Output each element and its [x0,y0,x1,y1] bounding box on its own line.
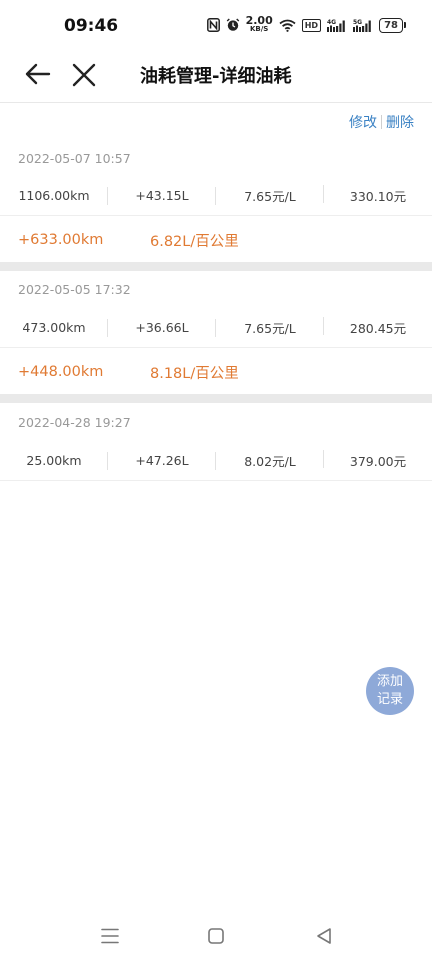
svg-text:5G: 5G [353,19,362,26]
battery-icon: 78 [379,17,406,33]
speed-value: 2.00 [245,14,273,27]
page-title: 油耗管理-详细油耗 [140,66,292,87]
record-consumption: 8.18L/百公里 [150,365,239,382]
status-time: 09:46 [64,16,119,36]
triangle-back-icon [317,928,331,944]
network-speed: 2.00 KB/S [245,14,273,34]
speed-unit: KB/S [249,25,269,33]
record-distance-added: +633.00km [18,232,104,248]
status-icons: 2.00 KB/S HD 4G 5G 78 [206,14,406,34]
status-bar: 09:46 2.00 KB/S HD 4G 5G 78 [0,0,432,52]
home-square-icon [208,928,224,944]
record-card[interactable]: 2022-05-05 17:32 473.00km +36.66L 7.65元/… [0,271,432,394]
record-odometer: 25.00km [0,451,108,470]
record-card[interactable]: 2022-04-28 19:27 25.00km +47.26L 8.02元/L… [0,403,432,482]
header: 油耗管理-详细油耗 [0,52,432,103]
wifi-icon [279,19,296,32]
record-fuel: +43.15L [108,186,216,205]
section-divider [0,262,432,271]
record-summary: +633.00km 6.82L/百公里 [0,218,432,262]
arrow-left-icon [25,63,51,85]
record-fuel: +36.66L [108,318,216,337]
battery-level: 78 [379,17,403,33]
record-date: 2022-04-28 19:27 [18,415,131,430]
record-cost: 379.00元 [349,453,407,469]
add-record-button[interactable]: 添加 记录 [366,667,414,715]
section-divider [0,394,432,403]
record-distance-added: +448.00km [18,364,104,380]
record-price: 8.02元/L [216,449,324,470]
nfc-icon [206,18,220,32]
edit-button[interactable]: 修改 [349,112,377,132]
hd-voice-icon: HD [301,18,322,32]
record-cost: 330.10元 [349,188,407,204]
record-price: 7.65元/L [216,316,324,337]
action-divider [381,115,382,129]
record-date: 2022-05-05 17:32 [18,282,131,297]
back-button[interactable] [22,58,54,90]
record-odometer: 1106.00km [0,186,108,205]
record-odometer: 473.00km [0,318,108,337]
menu-icon [101,928,119,944]
add-record-label-line1: 添加 [376,674,403,689]
record-fuel: +47.26L [108,451,216,470]
add-record-label-line2: 记录 [376,692,403,707]
svg-text:4G: 4G [327,19,336,26]
signal-5g-icon: 5G [353,18,373,32]
record-date: 2022-05-07 10:57 [18,151,131,166]
record-detail-row: 1106.00km +43.15L 7.65元/L 330.10元 [0,175,432,216]
record-consumption: 6.82L/百公里 [150,233,239,250]
delete-button[interactable]: 删除 [386,112,414,132]
signal-4g-icon: 4G [327,18,347,32]
record-detail-row: 25.00km +47.26L 8.02元/L 379.00元 [0,440,432,481]
close-button[interactable] [70,58,98,90]
record-cost: 280.45元 [349,320,407,336]
alarm-icon [226,18,240,32]
close-icon [72,63,96,87]
record-card[interactable]: 2022-05-07 10:57 1106.00km +43.15L 7.65元… [0,140,432,262]
back-nav-button[interactable] [312,924,336,948]
record-detail-row: 473.00km +36.66L 7.65元/L 280.45元 [0,307,432,348]
screen: 09:46 2.00 KB/S HD 4G 5G 78 油耗管理-详细油耗 修改… [0,0,432,960]
record-actions: 修改 删除 [349,112,414,132]
menu-nav-button[interactable] [98,924,122,948]
system-nav-bar [0,910,432,960]
record-summary: +448.00km 8.18L/百公里 [0,350,432,394]
record-price: 7.65元/L [216,184,324,205]
home-nav-button[interactable] [204,924,228,948]
